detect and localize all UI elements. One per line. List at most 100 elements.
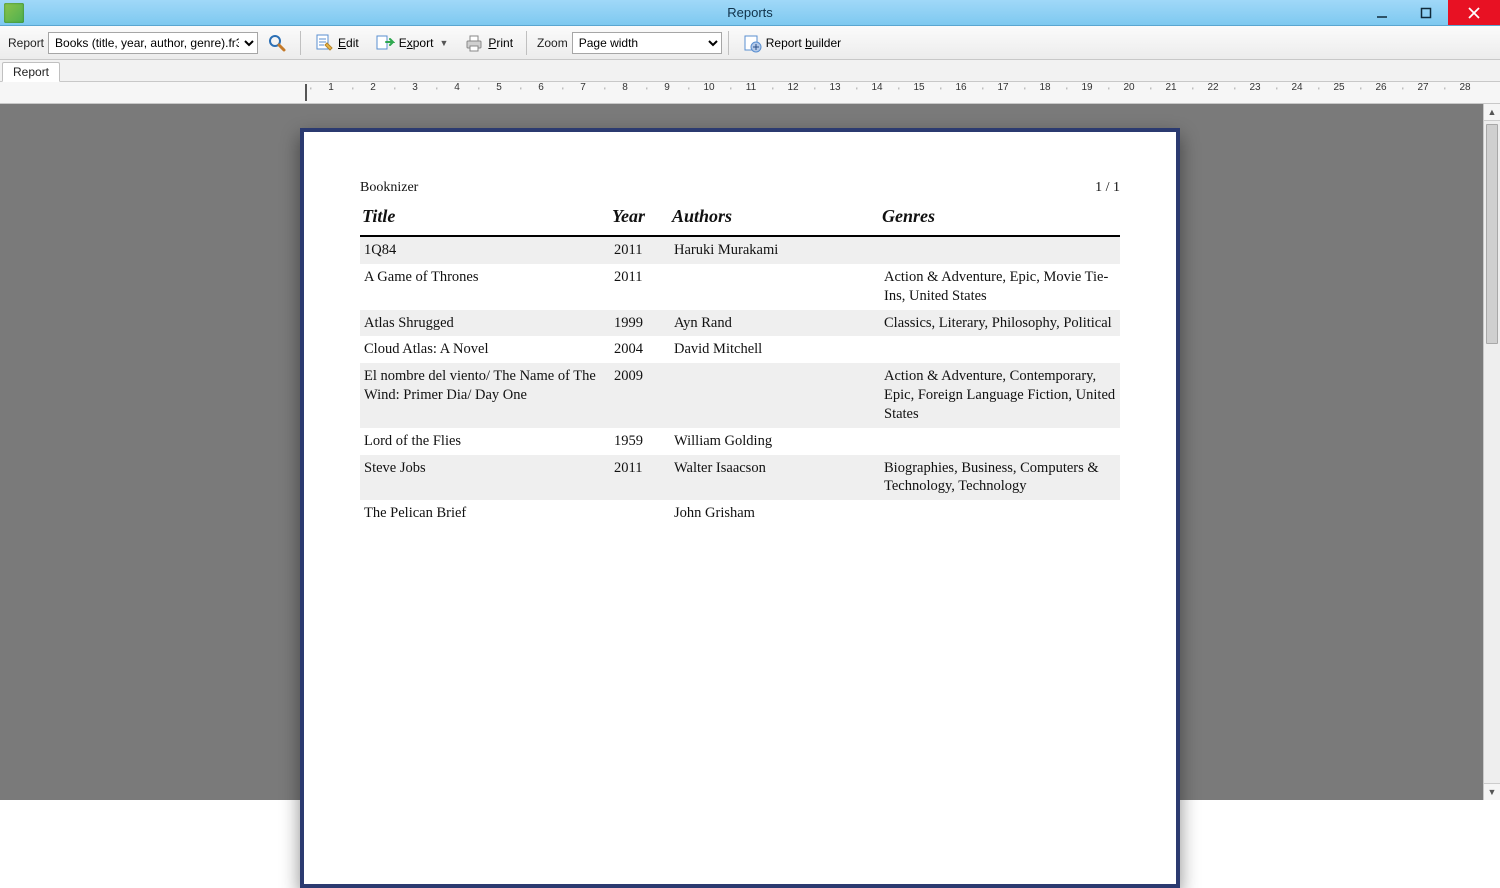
toolbar-separator	[300, 31, 301, 55]
export-label: Export	[399, 36, 434, 50]
edit-button[interactable]: Edit	[307, 28, 366, 58]
ruler-mark: 11	[730, 82, 772, 93]
window-title: Reports	[0, 5, 1500, 20]
ruler-mark: 23	[1234, 82, 1276, 93]
ruler-mark: 20	[1108, 82, 1150, 93]
close-icon	[1468, 7, 1480, 19]
cell-genres: Classics, Literary, Philosophy, Politica…	[880, 310, 1120, 337]
close-button[interactable]	[1448, 0, 1500, 25]
ruler-mark: 5	[478, 82, 520, 93]
cell-genres	[880, 236, 1120, 264]
vertical-scrollbar[interactable]: ▲ ▼	[1483, 104, 1500, 800]
report-select[interactable]: Books (title, year, author, genre).fr3	[48, 32, 258, 54]
cell-title: A Game of Thrones	[360, 264, 610, 310]
ruler-mark: 28	[1444, 82, 1486, 93]
magnifier-icon	[267, 33, 287, 53]
maximize-icon	[1420, 7, 1432, 19]
col-authors: Authors	[670, 202, 880, 236]
ruler-mark: 25	[1318, 82, 1360, 93]
cell-authors	[670, 363, 880, 428]
zoom-label: Zoom	[537, 36, 568, 50]
maximize-button[interactable]	[1404, 0, 1448, 25]
toolbar-separator	[728, 31, 729, 55]
cell-genres: Biographies, Business, Computers & Techn…	[880, 455, 1120, 501]
report-label: Report	[8, 36, 44, 50]
ruler-mark: 9	[646, 82, 688, 93]
table-row: Lord of the Flies1959William Golding	[360, 428, 1120, 455]
ruler-mark: 22	[1192, 82, 1234, 93]
edit-label: Edit	[338, 36, 359, 50]
cell-authors: Ayn Rand	[670, 310, 880, 337]
export-icon	[375, 33, 395, 53]
search-button[interactable]	[260, 28, 294, 58]
cell-year: 2011	[610, 264, 670, 310]
page-counter: 1 / 1	[1095, 180, 1120, 196]
cell-authors: Walter Isaacson	[670, 455, 880, 501]
cell-year	[610, 500, 670, 527]
report-builder-button[interactable]: Report builder	[735, 28, 848, 58]
cell-genres: Action & Adventure, Epic, Movie Tie-Ins,…	[880, 264, 1120, 310]
cell-title: The Pelican Brief	[360, 500, 610, 527]
cell-title: El nombre del viento/ The Name of The Wi…	[360, 363, 610, 428]
scroll-up-icon[interactable]: ▲	[1484, 104, 1500, 121]
cell-year: 1959	[610, 428, 670, 455]
ruler-mark: 13	[814, 82, 856, 93]
cell-genres	[880, 428, 1120, 455]
ruler-mark: 14	[856, 82, 898, 93]
col-genres: Genres	[880, 202, 1120, 236]
cell-genres: Action & Adventure, Contemporary, Epic, …	[880, 363, 1120, 428]
cell-authors: David Mitchell	[670, 336, 880, 363]
ruler-mark: 8	[604, 82, 646, 93]
zoom-select[interactable]: Page width	[572, 32, 722, 54]
ruler-mark: 26	[1360, 82, 1402, 93]
cell-authors: William Golding	[670, 428, 880, 455]
col-title: Title	[360, 202, 610, 236]
table-row: The Pelican Brief John Grisham	[360, 500, 1120, 527]
ruler-mark: 24	[1276, 82, 1318, 93]
report-table: Title Year Authors Genres 1Q842011Haruki…	[360, 202, 1120, 527]
ruler-mark: 19	[1066, 82, 1108, 93]
window-titlebar: Reports	[0, 0, 1500, 26]
chevron-down-icon: ▼	[439, 38, 448, 48]
cell-year: 2009	[610, 363, 670, 428]
ruler-mark: 18	[1024, 82, 1066, 93]
print-button[interactable]: Print	[457, 28, 520, 58]
tab-report[interactable]: Report	[2, 62, 60, 82]
report-page: Booknizer 1 / 1 Title Year Authors Genre…	[300, 128, 1180, 888]
table-row: Cloud Atlas: A Novel2004David Mitchell	[360, 336, 1120, 363]
cell-year: 2004	[610, 336, 670, 363]
cell-title: Atlas Shrugged	[360, 310, 610, 337]
table-row: A Game of Thrones2011 Action & Adventure,…	[360, 264, 1120, 310]
cell-year: 1999	[610, 310, 670, 337]
ruler-mark: 3	[394, 82, 436, 93]
col-year: Year	[610, 202, 670, 236]
ruler-origin	[305, 84, 307, 101]
ruler-mark: 21	[1150, 82, 1192, 93]
cell-year: 2011	[610, 455, 670, 501]
cell-genres	[880, 500, 1120, 527]
ruler: 1234567891011121314151617181920212223242…	[0, 82, 1500, 104]
table-row: 1Q842011Haruki Murakami	[360, 236, 1120, 264]
minimize-button[interactable]	[1360, 0, 1404, 25]
edit-icon	[314, 33, 334, 53]
scroll-down-icon[interactable]: ▼	[1484, 783, 1500, 800]
report-app-name: Booknizer	[360, 180, 418, 196]
cell-authors: John Grisham	[670, 500, 880, 527]
toolbar-separator	[526, 31, 527, 55]
print-label: Print	[488, 36, 513, 50]
ruler-mark: 27	[1402, 82, 1444, 93]
window-controls	[1360, 0, 1500, 25]
ruler-mark: 1	[310, 82, 352, 93]
ruler-mark: 16	[940, 82, 982, 93]
tab-strip: Report	[0, 60, 1500, 82]
export-button[interactable]: Export ▼	[368, 28, 456, 58]
minimize-icon	[1376, 7, 1388, 19]
ruler-mark: 15	[898, 82, 940, 93]
table-row: Atlas Shrugged1999Ayn RandClassics, Lite…	[360, 310, 1120, 337]
cell-title: 1Q84	[360, 236, 610, 264]
scroll-thumb[interactable]	[1486, 124, 1498, 344]
ruler-mark: 17	[982, 82, 1024, 93]
cell-title: Lord of the Flies	[360, 428, 610, 455]
table-row: El nombre del viento/ The Name of The Wi…	[360, 363, 1120, 428]
cell-authors	[670, 264, 880, 310]
